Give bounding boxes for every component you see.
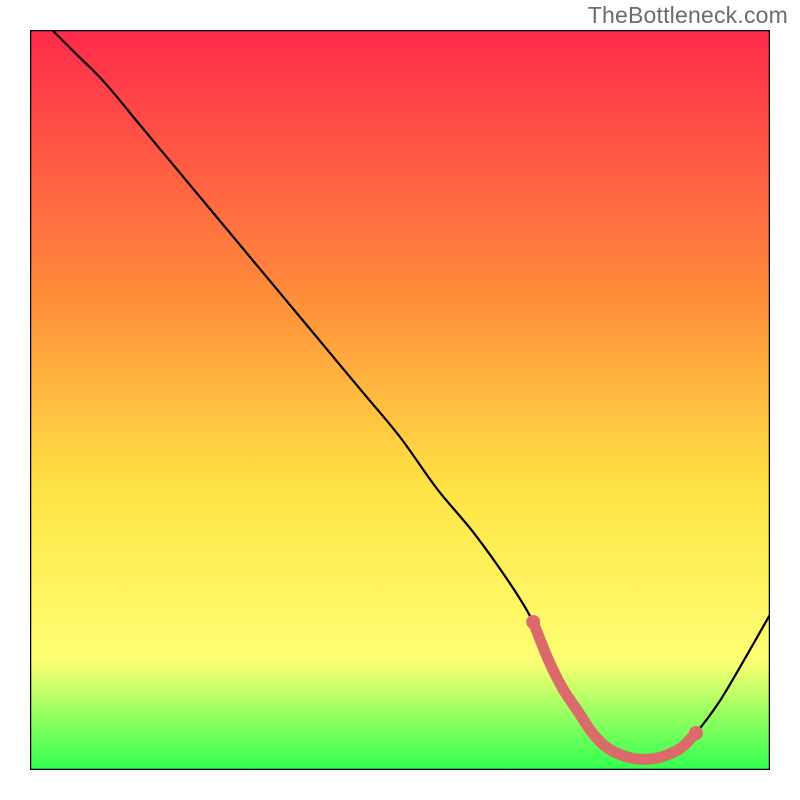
sweet-spot-endpoint [526, 615, 540, 629]
sweet-spot-endpoint [689, 726, 703, 740]
plot-svg [30, 30, 770, 770]
chart-frame: TheBottleneck.com [0, 0, 800, 800]
plot-background [30, 30, 770, 770]
watermark-text: TheBottleneck.com [588, 2, 788, 29]
plot-area [30, 30, 770, 770]
